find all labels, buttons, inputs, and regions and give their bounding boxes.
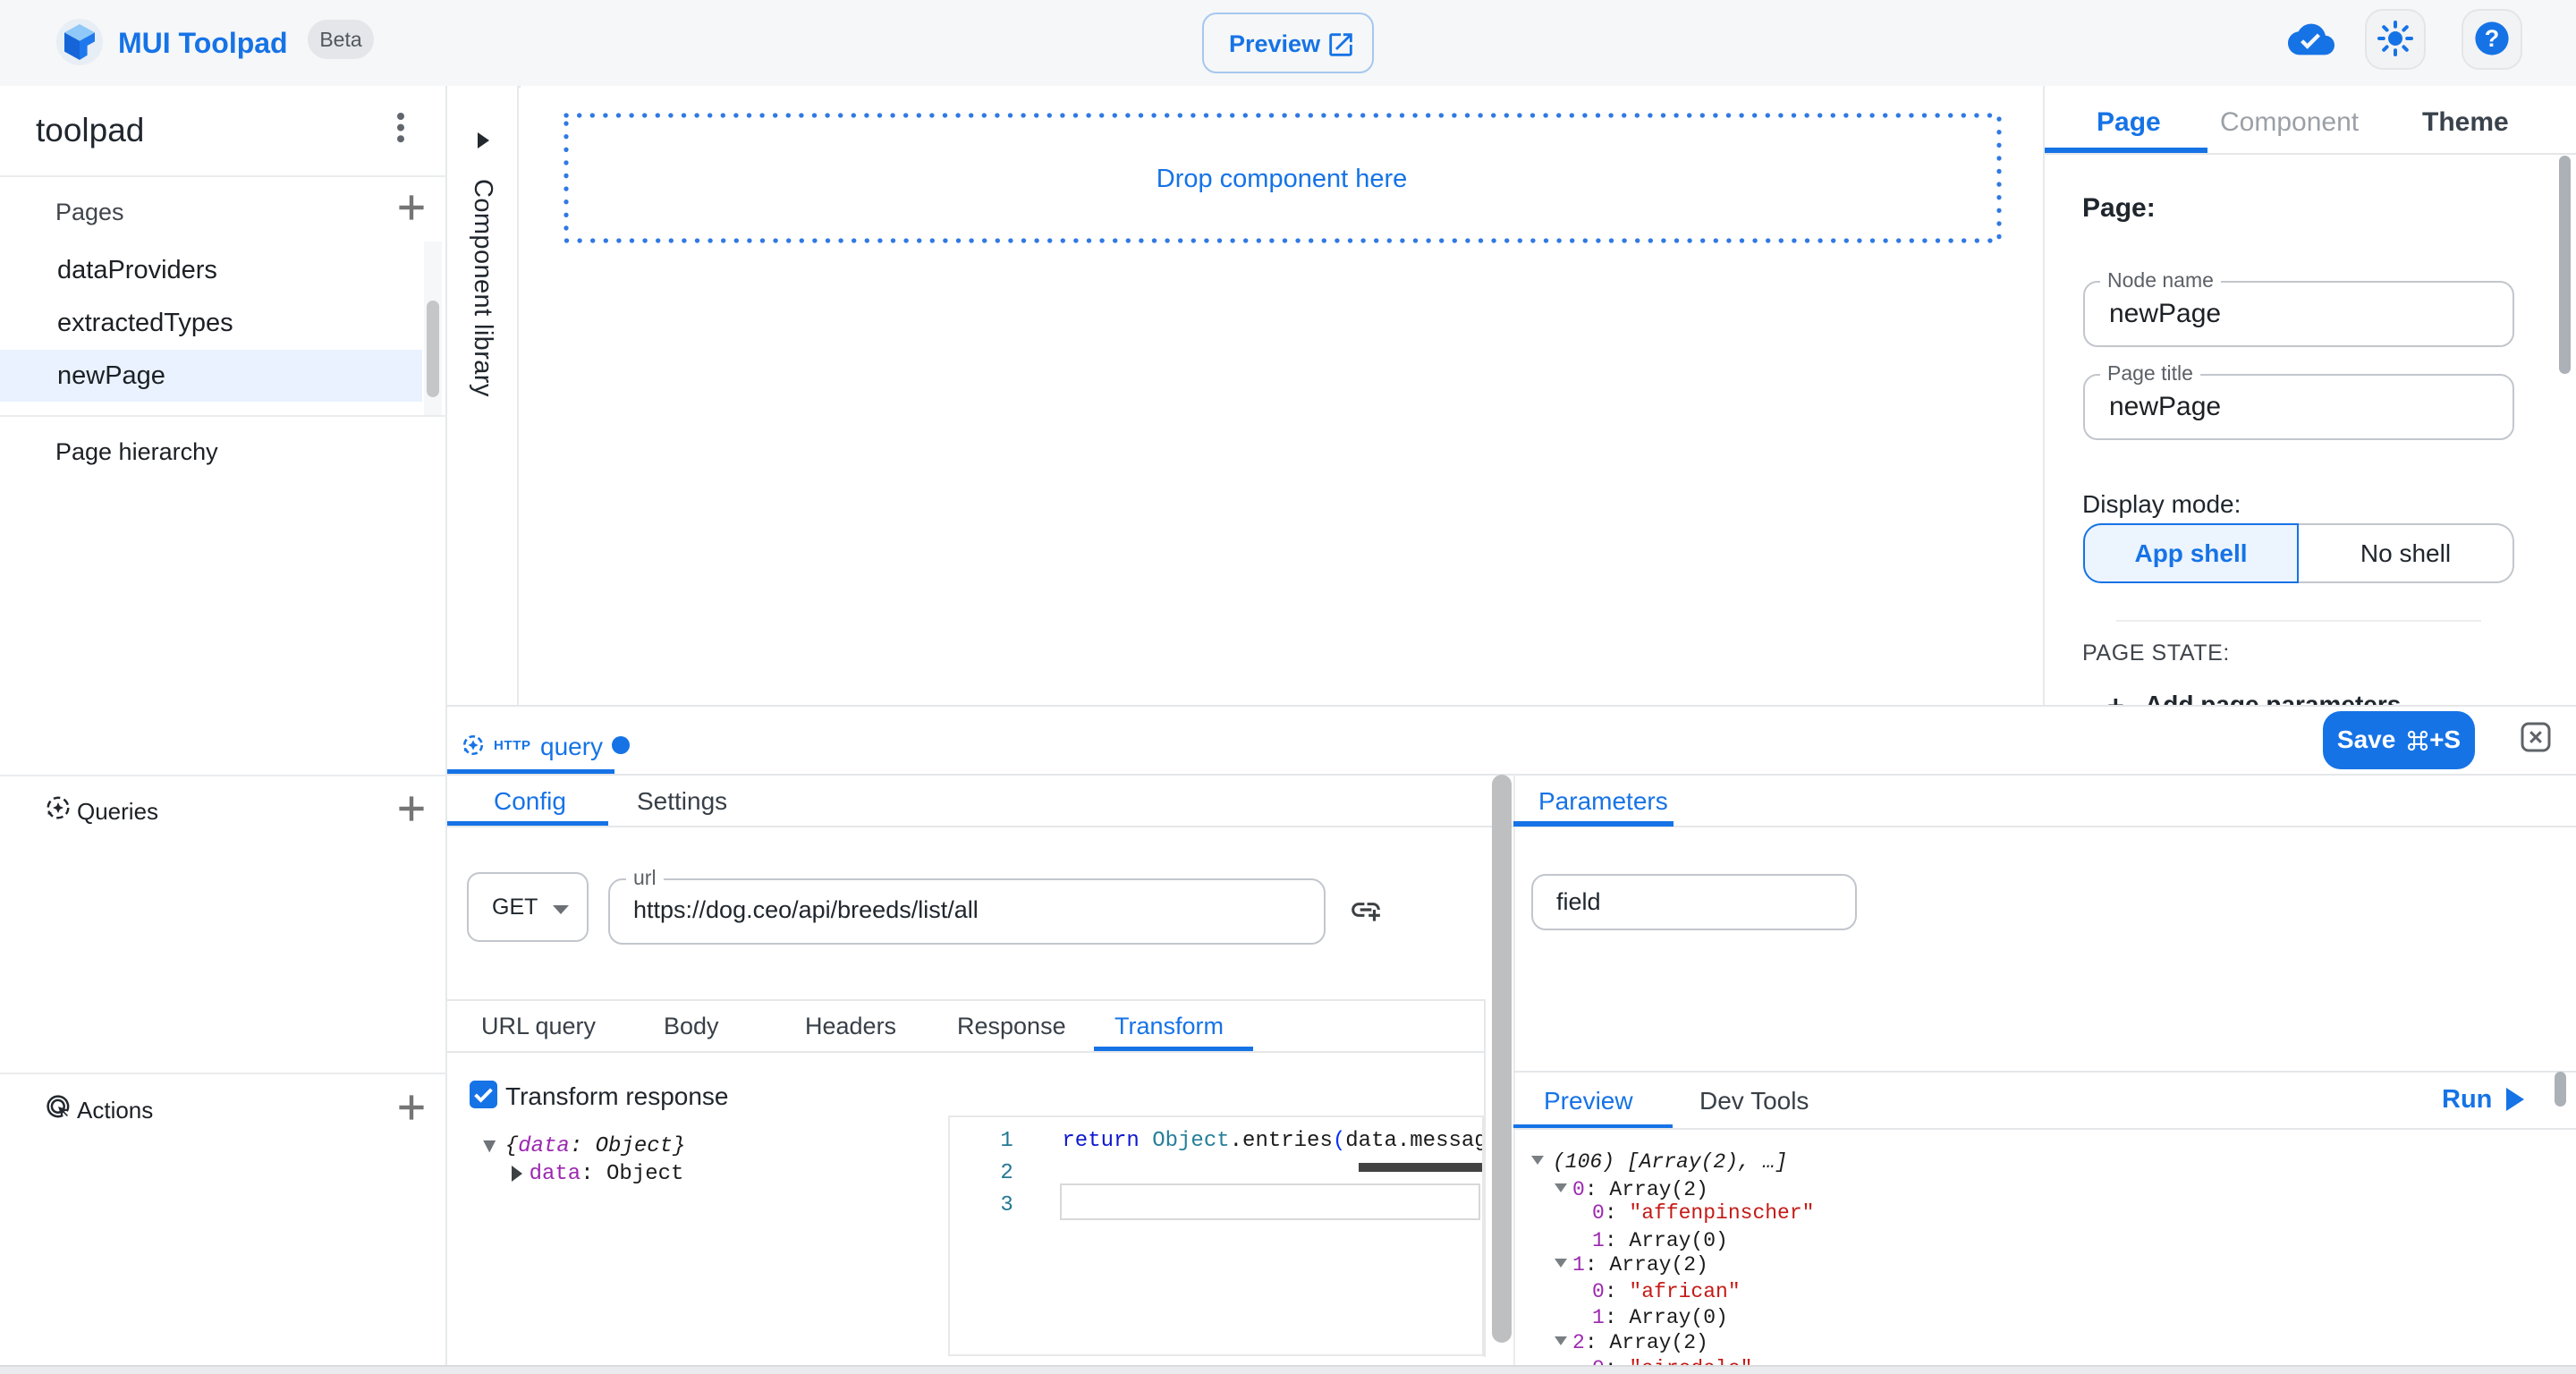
svg-text:?: ?: [2485, 25, 2500, 52]
